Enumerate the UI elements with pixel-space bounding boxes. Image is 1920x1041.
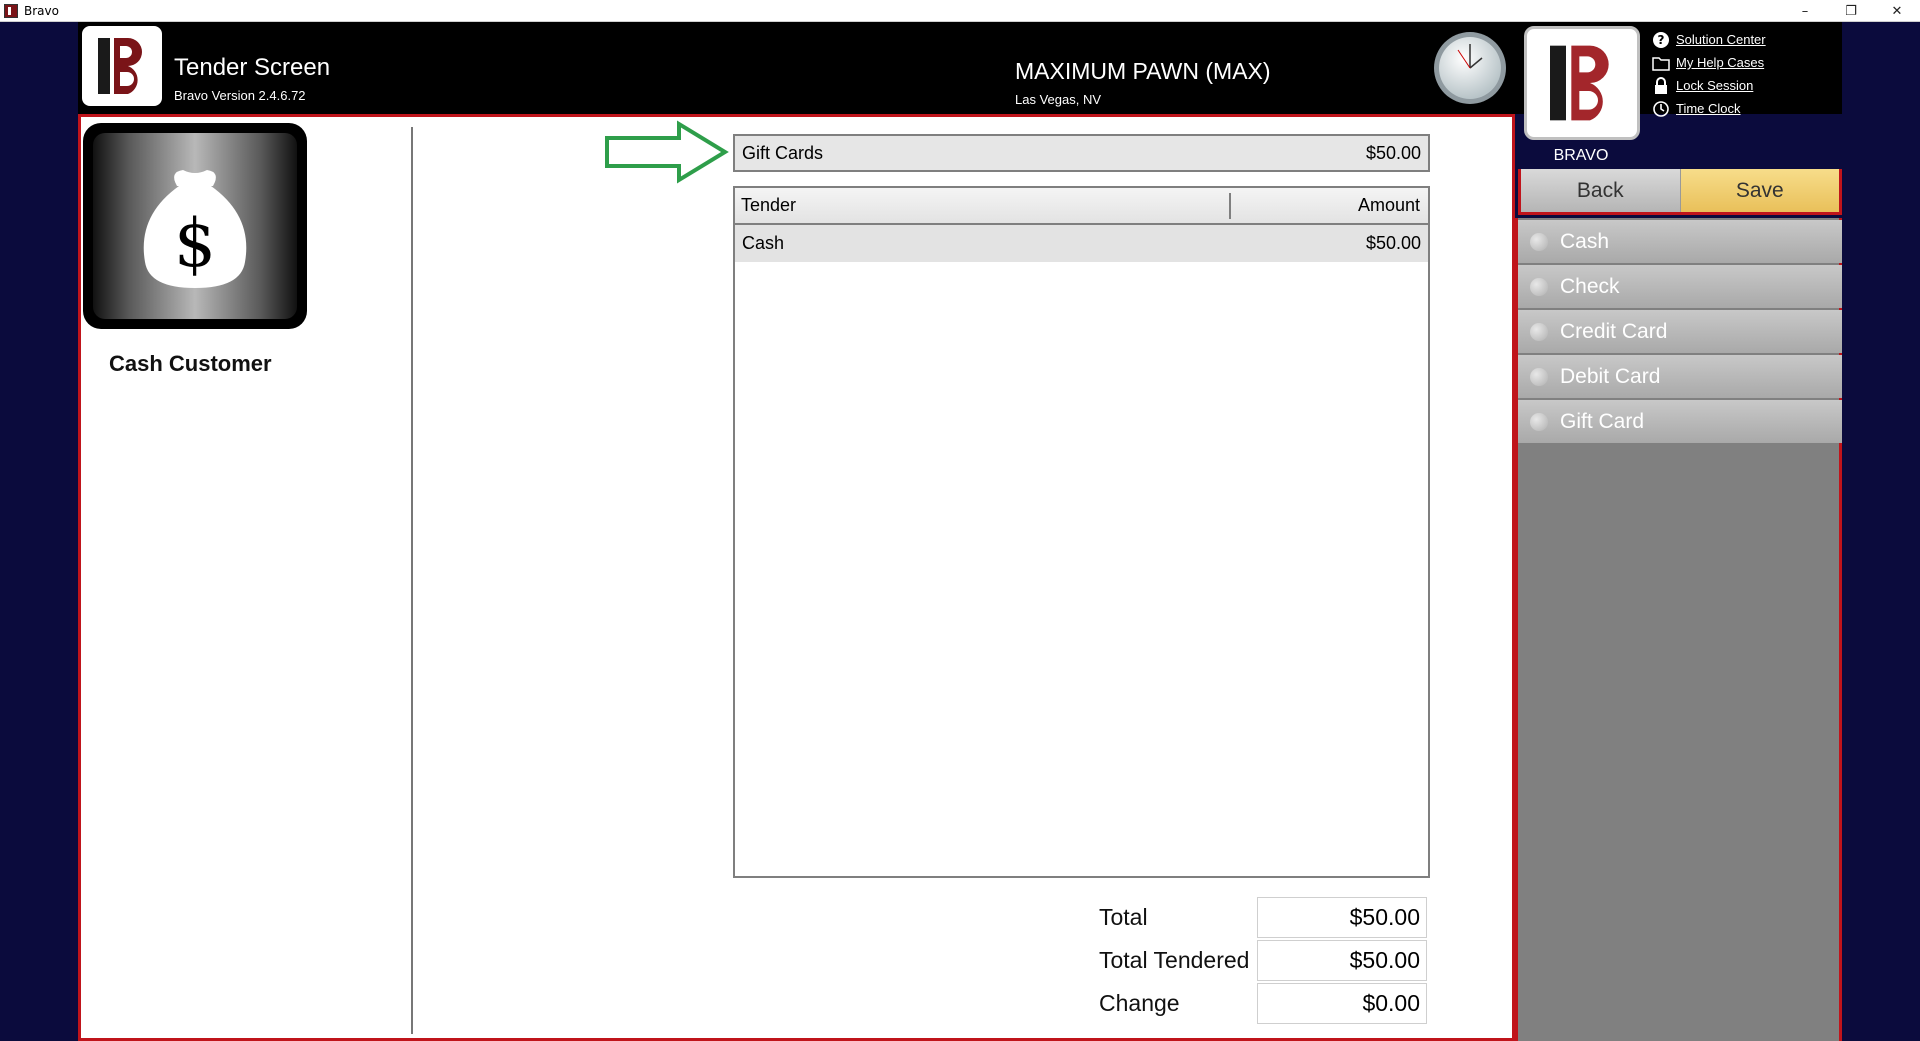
clock-icon[interactable] xyxy=(1432,30,1508,106)
store-location: Las Vegas, NV xyxy=(1015,92,1101,107)
grid-header: Tender Amount xyxy=(735,188,1428,225)
restore-button[interactable]: ❐ xyxy=(1828,0,1874,22)
clock-icon xyxy=(1652,100,1670,118)
tender-option-cash[interactable]: Cash xyxy=(1518,220,1842,263)
time-clock-link[interactable]: Time Clock xyxy=(1676,101,1741,116)
radio-icon xyxy=(1530,322,1548,341)
gift-cards-label: Gift Cards xyxy=(742,142,824,163)
bravo-logo-large xyxy=(1524,26,1640,140)
radio-icon xyxy=(1530,412,1548,431)
bravo-app-icon xyxy=(4,3,18,18)
window-title: Bravo xyxy=(24,3,59,18)
tender-option-label: Cash xyxy=(1560,229,1610,253)
link-my-help-cases[interactable]: My Help Cases xyxy=(1652,51,1766,74)
total-label: Total xyxy=(1099,904,1148,930)
total-tendered-label: Total Tendered xyxy=(1099,947,1250,973)
app-frame: Tender Screen Bravo Version 2.4.6.72 MAX… xyxy=(78,22,1842,1041)
solution-center-link[interactable]: Solution Center xyxy=(1676,32,1766,47)
tender-option-label: Credit Card xyxy=(1560,319,1668,343)
total-value: $50.00 xyxy=(1257,897,1427,938)
tender-grid: Tender Amount Cash $50.00 xyxy=(733,186,1430,878)
nav-buttons: Back Save xyxy=(1518,169,1842,215)
minimize-button[interactable]: – xyxy=(1782,0,1828,22)
tender-option-label: Check xyxy=(1560,274,1620,298)
lock-session-link[interactable]: Lock Session xyxy=(1676,78,1753,93)
link-solution-center[interactable]: ? Solution Center xyxy=(1652,28,1766,51)
folder-icon xyxy=(1652,54,1670,72)
link-lock-session[interactable]: Lock Session xyxy=(1652,74,1766,97)
close-button[interactable]: ✕ xyxy=(1874,0,1920,22)
tender-option-label: Debit Card xyxy=(1560,364,1661,388)
svg-text:$: $ xyxy=(174,205,216,282)
svg-text:?: ? xyxy=(1658,33,1665,47)
table-row[interactable]: Cash $50.00 xyxy=(735,225,1428,262)
change-value: $0.00 xyxy=(1257,983,1427,1024)
header-bar: Tender Screen Bravo Version 2.4.6.72 MAX… xyxy=(78,22,1842,164)
tender-options-panel: Cash Check Credit Card Debit Card Gift C… xyxy=(1515,218,1842,1041)
store-name: MAXIMUM PAWN (MAX) xyxy=(1015,58,1271,84)
tender-main-panel: $ Cash Customer Gift Cards $50.00 Tender… xyxy=(78,114,1515,1041)
row-amount: $50.00 xyxy=(1365,233,1421,253)
radio-icon xyxy=(1530,232,1548,251)
gift-cards-summary[interactable]: Gift Cards $50.00 xyxy=(733,134,1430,172)
customer-avatar[interactable]: $ xyxy=(83,123,307,329)
change-label: Change xyxy=(1099,990,1180,1016)
customer-name: Cash Customer xyxy=(109,351,272,376)
tender-option-gift-card[interactable]: Gift Card xyxy=(1518,400,1842,443)
total-tendered-value: $50.00 xyxy=(1257,940,1427,981)
radio-icon xyxy=(1530,367,1548,386)
column-header-amount[interactable]: Amount xyxy=(1231,195,1428,216)
row-tender: Cash xyxy=(742,233,785,253)
link-time-clock[interactable]: Time Clock xyxy=(1652,97,1766,120)
gift-cards-amount: $50.00 xyxy=(1365,142,1421,163)
totals-panel: Total $50.00 Total Tendered $50.00 Chang… xyxy=(1091,896,1432,1025)
bravo-logo-small xyxy=(82,26,162,106)
tender-option-debit-card[interactable]: Debit Card xyxy=(1518,355,1842,398)
screen-title: Tender Screen xyxy=(174,54,331,81)
back-button[interactable]: Back xyxy=(1521,169,1681,212)
help-links: ? Solution Center My Help Cases Lock Ses… xyxy=(1652,28,1766,120)
arrow-right-icon xyxy=(605,120,729,184)
panel-divider xyxy=(411,127,413,1034)
tender-option-label: Gift Card xyxy=(1560,409,1645,433)
my-help-cases-link[interactable]: My Help Cases xyxy=(1676,55,1764,70)
tender-option-credit-card[interactable]: Credit Card xyxy=(1518,310,1842,353)
money-bag-icon: $ xyxy=(143,170,247,288)
tender-option-check[interactable]: Check xyxy=(1518,265,1842,308)
help-icon: ? xyxy=(1652,31,1670,49)
bravo-label: BRAVO xyxy=(1553,147,1609,164)
window-titlebar: Bravo – ❐ ✕ xyxy=(0,0,1920,22)
column-header-tender[interactable]: Tender xyxy=(735,192,1231,219)
lock-icon xyxy=(1652,76,1670,95)
save-button[interactable]: Save xyxy=(1680,169,1839,212)
app-version: Bravo Version 2.4.6.72 xyxy=(174,88,306,103)
radio-icon xyxy=(1530,277,1548,296)
